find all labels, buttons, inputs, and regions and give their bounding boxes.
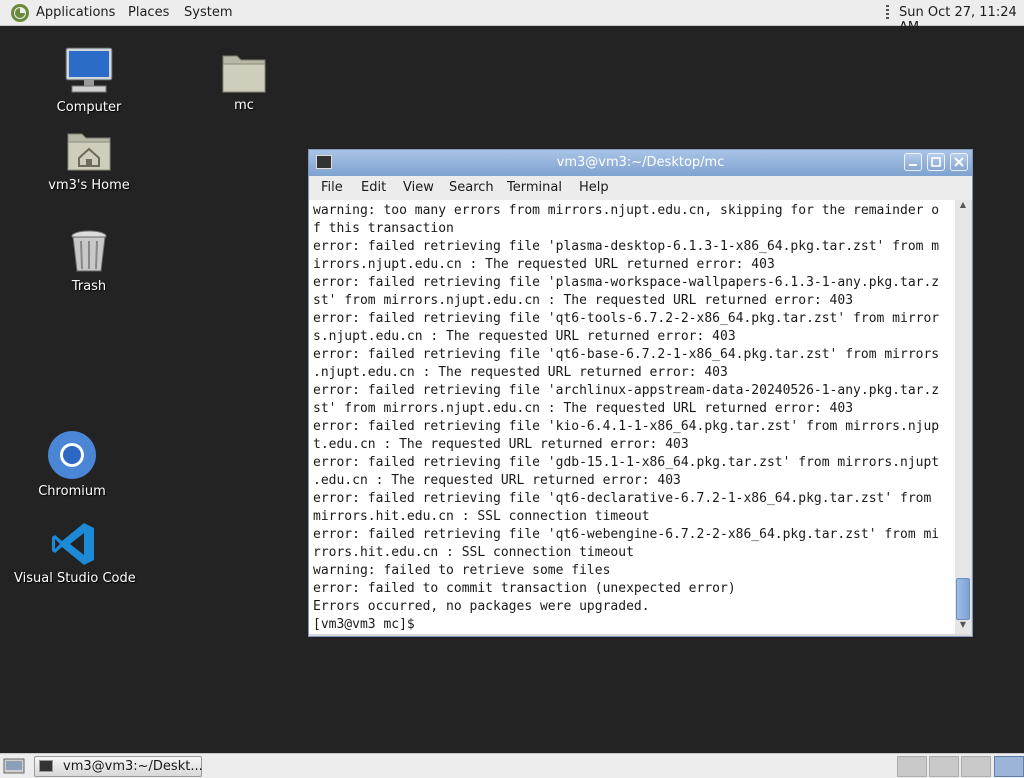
desktop-icon-label: Chromium xyxy=(38,484,106,499)
terminal-output[interactable]: warning: too many errors from mirrors.nj… xyxy=(309,200,955,634)
terminal-icon xyxy=(39,760,53,772)
terminal-line: error: failed retrieving file 'gdb-15.1-… xyxy=(313,455,940,470)
terminal-line: t.edu.cn : The requested URL returned er… xyxy=(313,437,689,452)
top-panel: Applications Places System Sun Oct 27, 1… xyxy=(0,0,1024,35)
desktop-icon-computer[interactable]: Computer xyxy=(48,46,130,115)
terminal-line: error: failed to commit transaction (une… xyxy=(313,581,736,596)
bottom-panel: vm3@vm3:~/Deskt... xyxy=(0,753,1024,778)
minimize-icon xyxy=(909,164,917,166)
panel-handle[interactable] xyxy=(886,5,889,21)
trash-icon xyxy=(71,230,107,272)
terminal-line: rrors.hit.edu.cn : SSL connection timeou… xyxy=(313,545,634,560)
taskbar-item-label: vm3@vm3:~/Deskt... xyxy=(63,759,203,774)
desktop-icon-label: Trash xyxy=(71,279,107,294)
workspace-4-active[interactable] xyxy=(994,756,1024,777)
terminal-line: .edu.cn : The requested URL returned err… xyxy=(313,473,681,488)
menu-edit[interactable]: Edit xyxy=(361,180,386,195)
workspace-2[interactable] xyxy=(929,756,959,777)
terminal-line: f this transaction xyxy=(313,221,454,236)
maximize-button[interactable] xyxy=(927,153,945,171)
terminal-line: .njupt.edu.cn : The requested URL return… xyxy=(313,365,728,380)
close-icon xyxy=(954,157,964,167)
desktop-icon-chromium[interactable]: Chromium xyxy=(30,430,114,499)
scroll-down-icon[interactable]: ▼ xyxy=(955,620,971,634)
desktop-icon-mc[interactable]: mc xyxy=(204,50,284,113)
applications-menu[interactable]: Applications xyxy=(36,5,115,20)
terminal-line: st' from mirrors.njupt.edu.cn : The requ… xyxy=(313,401,854,416)
terminal-menubar: File Edit View Search Terminal Help xyxy=(309,176,972,200)
terminal-line: error: failed retrieving file 'qt6-base-… xyxy=(313,347,940,362)
terminal-line: Errors occurred, no packages were upgrad… xyxy=(313,599,650,614)
terminal-line: error: failed retrieving file 'archlinux… xyxy=(313,383,940,398)
desktop-icon-vscode[interactable]: Visual Studio Code xyxy=(14,521,136,586)
scrollbar-thumb[interactable] xyxy=(956,578,970,620)
terminal-line: mirrors.hit.edu.cn : SSL connection time… xyxy=(313,509,650,524)
terminal-line: error: failed retrieving file 'qt6-tools… xyxy=(313,311,940,326)
desktop-icon-label: vm3's Home xyxy=(48,178,130,193)
terminal-line: st' from mirrors.njupt.edu.cn : The requ… xyxy=(313,293,854,308)
taskbar-item-terminal[interactable]: vm3@vm3:~/Deskt... xyxy=(34,756,203,777)
scroll-up-icon[interactable]: ▲ xyxy=(955,200,971,214)
desktop-icon-home[interactable]: vm3's Home xyxy=(44,128,134,193)
show-desktop-icon[interactable] xyxy=(3,757,25,775)
workspace-3[interactable] xyxy=(961,756,991,777)
terminal-line: error: failed retrieving file 'qt6-decla… xyxy=(313,491,932,506)
terminal-prompt[interactable]: [vm3@vm3 mc]$ xyxy=(313,616,955,634)
terminal-line: s.njupt.edu.cn : The requested URL retur… xyxy=(313,329,736,344)
system-menu[interactable]: System xyxy=(184,5,232,20)
menu-terminal[interactable]: Terminal xyxy=(507,180,562,195)
minimize-button[interactable] xyxy=(904,153,922,171)
workspace-1[interactable] xyxy=(897,756,927,777)
folder-icon xyxy=(222,55,266,93)
terminal-line: warning: too many errors from mirrors.nj… xyxy=(313,203,940,218)
terminal-line: warning: failed to retrieve some files xyxy=(313,563,611,578)
places-menu[interactable]: Places xyxy=(128,5,169,20)
desktop-icon-label: Computer xyxy=(56,100,122,115)
maximize-icon xyxy=(931,157,941,167)
desktop-icon-trash[interactable]: Trash xyxy=(48,229,130,294)
menu-view[interactable]: View xyxy=(403,180,434,195)
close-button[interactable] xyxy=(950,153,968,171)
terminal-line: irrors.njupt.edu.cn : The requested URL … xyxy=(313,257,775,272)
vscode-icon xyxy=(52,523,94,565)
menu-search[interactable]: Search xyxy=(449,180,494,195)
window-title: vm3@vm3:~/Desktop/mc xyxy=(556,155,725,170)
menu-help[interactable]: Help xyxy=(579,180,609,195)
home-folder-icon xyxy=(67,133,111,171)
window-titlebar[interactable]: vm3@vm3:~/Desktop/mc xyxy=(309,150,972,176)
chromium-icon xyxy=(48,431,96,479)
menu-file[interactable]: File xyxy=(321,180,343,195)
distro-logo-icon[interactable] xyxy=(10,3,30,23)
terminal-scrollbar[interactable]: ▲ ▼ xyxy=(955,200,971,634)
terminal-line: error: failed retrieving file 'plasma-de… xyxy=(313,239,940,254)
computer-icon xyxy=(65,47,113,93)
terminal-line: error: failed retrieving file 'plasma-wo… xyxy=(313,275,940,290)
clock[interactable]: Sun Oct 27, 11:24 AM xyxy=(899,5,1024,35)
terminal-window: vm3@vm3:~/Desktop/mc File Edit View Sear… xyxy=(308,149,973,637)
terminal-line: error: failed retrieving file 'kio-6.4.1… xyxy=(313,419,940,434)
desktop-icon-label: Visual Studio Code xyxy=(14,571,136,586)
desktop-icon-label: mc xyxy=(234,98,254,113)
terminal-line: error: failed retrieving file 'qt6-weben… xyxy=(313,527,940,542)
